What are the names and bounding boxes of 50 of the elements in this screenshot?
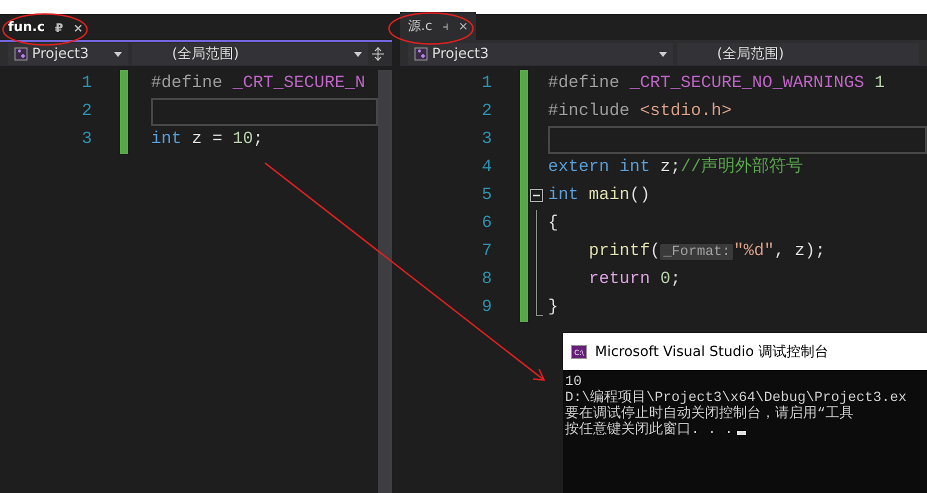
cursor-block — [737, 431, 746, 435]
project-name: Project3 — [432, 46, 490, 62]
console-output: 按任意键关闭此窗口. . . — [563, 422, 927, 438]
code-line: return 0; — [588, 269, 681, 291]
code-line: #define _CRT_SECURE_N — [151, 73, 366, 95]
console-output: 要在调试停止时自动关闭控制台，请启用“工具 — [564, 406, 854, 422]
pin-icon[interactable]: ₽ — [54, 20, 64, 34]
close-icon[interactable]: × — [458, 19, 468, 33]
console-output: 10 — [564, 374, 583, 390]
line-number: 3 — [80, 129, 93, 151]
code-line: #define _CRT_SECURE_NO_WARNINGS 1 — [548, 73, 885, 95]
code-line: extern int z;//声明外部符号 — [548, 156, 804, 179]
scope-dropdown[interactable]: (全局范围) — [677, 43, 919, 65]
project-name: Project3 — [32, 46, 90, 62]
line-number: 4 — [480, 157, 493, 179]
project-icon — [14, 47, 28, 61]
console-output: D:\编程项目\Project3\x64\Debug\Project3.ex — [564, 390, 908, 406]
file-name: fun.c — [8, 20, 45, 35]
split-icon — [372, 47, 384, 61]
line-number: 1 — [80, 73, 93, 95]
code-line: int z = 10; — [151, 129, 264, 151]
line-number: 1 — [480, 73, 493, 95]
project-dropdown[interactable]: Project3 — [408, 43, 673, 65]
line-number: 6 — [480, 213, 493, 235]
line-number: 9 — [480, 297, 493, 319]
line-number: 5 — [480, 185, 493, 207]
console-title: Microsoft Visual Studio 调试控制台 — [595, 342, 828, 360]
line-number: 3 — [480, 129, 493, 151]
code-line: } — [548, 297, 558, 319]
line-number: 8 — [480, 269, 493, 291]
pin-icon[interactable]: ⫞ — [442, 19, 448, 33]
code-line: { — [548, 213, 558, 235]
file-tab[interactable]: 源.c ⫞ × — [400, 12, 476, 40]
caret-icon — [114, 52, 122, 56]
caret-icon — [659, 52, 667, 56]
line-number: 2 — [80, 101, 93, 123]
scope-name: (全局范围) — [717, 45, 785, 63]
project-icon — [414, 47, 428, 61]
scrollbar[interactable] — [378, 70, 392, 493]
close-icon[interactable]: × — [73, 20, 84, 34]
line-number: 7 — [480, 241, 493, 263]
scope-name: (全局范围) — [172, 45, 240, 63]
code-line: #include <stdio.h> — [548, 101, 732, 123]
caret-icon — [354, 52, 362, 56]
project-dropdown[interactable]: Project3 — [8, 43, 128, 65]
scope-dropdown[interactable]: (全局范围) — [132, 43, 368, 65]
code-line: int main() — [548, 185, 650, 207]
line-number: 2 — [480, 101, 493, 123]
file-name: 源.c — [408, 18, 432, 35]
code-line: printf( _Format: "%d", z); — [588, 241, 826, 263]
